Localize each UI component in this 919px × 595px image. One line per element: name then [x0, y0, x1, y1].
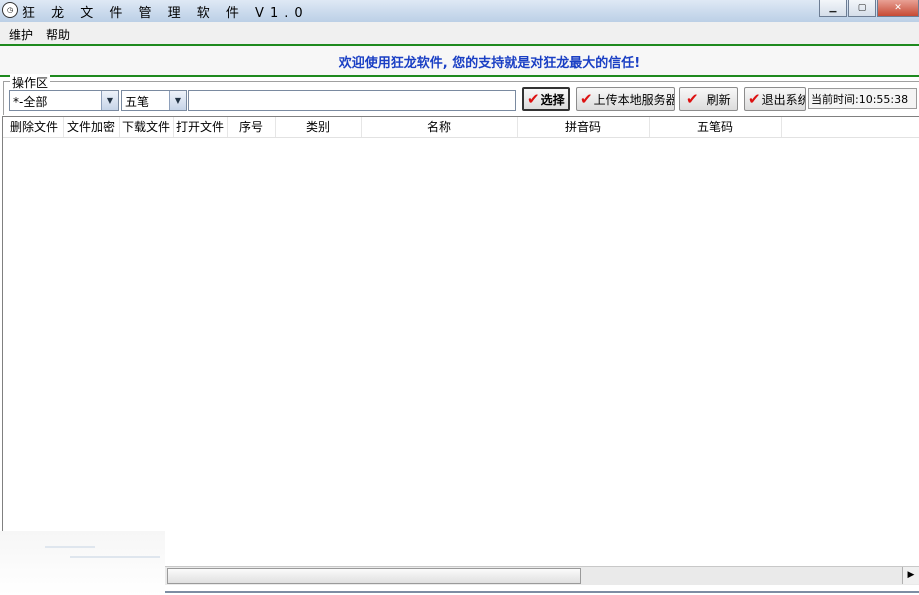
- category-select-value: *-全部: [13, 95, 48, 109]
- column-header-open[interactable]: 打开文件: [173, 117, 228, 137]
- grid-header: 删除文件 文件加密 下载文件 打开文件 序号 类别 名称 拼音码 五笔码: [3, 117, 919, 138]
- window-title: 狂 龙 文 件 管 理 软 件 V1.0: [22, 6, 309, 21]
- checkmark-icon: ✔: [580, 90, 593, 108]
- input-method-select[interactable]: 五笔 ▼: [121, 90, 187, 111]
- select-button[interactable]: ✔ 选择: [522, 87, 570, 111]
- column-header-encrypt[interactable]: 文件加密: [63, 117, 120, 137]
- welcome-text: 欢迎使用狂龙软件, 您的支持就是对狂龙最大的信任!: [338, 56, 641, 71]
- app-clock-icon: ◷: [2, 2, 18, 18]
- menu-maintain[interactable]: 维护: [9, 26, 33, 43]
- minimize-button[interactable]: ▁: [819, 0, 847, 17]
- operation-area-legend: 操作区: [10, 74, 51, 91]
- menu-bar: 维护 帮助: [0, 22, 919, 45]
- bottom-border: [165, 591, 919, 593]
- window-controls: ▁ ▢ ✕: [818, 0, 919, 17]
- chevron-down-icon[interactable]: ▼: [169, 91, 186, 110]
- column-header-pinyin[interactable]: 拼音码: [517, 117, 650, 137]
- divider: [70, 556, 160, 558]
- divider: [45, 546, 95, 548]
- column-header-download[interactable]: 下载文件: [119, 117, 174, 137]
- column-header-wubi[interactable]: 五笔码: [649, 117, 782, 137]
- welcome-banner: 欢迎使用狂龙软件, 您的支持就是对狂龙最大的信任!: [0, 44, 919, 77]
- chevron-down-icon[interactable]: ▼: [101, 91, 118, 110]
- title-bar: ◷ 狂 龙 文 件 管 理 软 件 V1.0 ▁ ▢ ✕: [0, 0, 919, 22]
- current-time-label: 当前时间:: [811, 93, 859, 106]
- checkmark-icon: ✔: [748, 90, 761, 108]
- column-header-index[interactable]: 序号: [227, 117, 276, 137]
- horizontal-scrollbar[interactable]: ▶: [165, 566, 919, 585]
- search-input[interactable]: [188, 90, 516, 111]
- close-button[interactable]: ✕: [877, 0, 919, 17]
- exit-button-label: 退出系统: [761, 92, 806, 107]
- category-select[interactable]: *-全部 ▼: [9, 90, 119, 111]
- checkmark-icon: ✔: [527, 90, 540, 108]
- refresh-button-label: 刷新: [706, 92, 731, 107]
- bottom-left-area: [0, 531, 165, 595]
- input-method-select-value: 五笔: [125, 95, 150, 109]
- select-button-label: 选择: [540, 92, 565, 107]
- column-header-name[interactable]: 名称: [361, 117, 518, 137]
- upload-button[interactable]: ✔ 上传本地服务器: [576, 87, 675, 111]
- scroll-right-arrow-icon[interactable]: ▶: [902, 567, 919, 584]
- menu-help[interactable]: 帮助: [46, 26, 70, 43]
- exit-button[interactable]: ✔ 退出系统: [744, 87, 806, 111]
- checkmark-icon: ✔: [686, 90, 699, 108]
- current-time-display: 当前时间:10:55:38: [808, 88, 917, 109]
- refresh-button[interactable]: ✔ 刷新: [679, 87, 738, 111]
- current-time-value: 10:55:38: [858, 93, 909, 106]
- file-grid[interactable]: 删除文件 文件加密 下载文件 打开文件 序号 类别 名称 拼音码 五笔码: [2, 116, 919, 532]
- scrollbar-thumb[interactable]: [167, 568, 581, 584]
- column-header-delete[interactable]: 删除文件: [5, 117, 64, 137]
- column-header-category[interactable]: 类别: [275, 117, 362, 137]
- upload-button-label: 上传本地服务器: [593, 92, 675, 107]
- maximize-button[interactable]: ▢: [848, 0, 876, 17]
